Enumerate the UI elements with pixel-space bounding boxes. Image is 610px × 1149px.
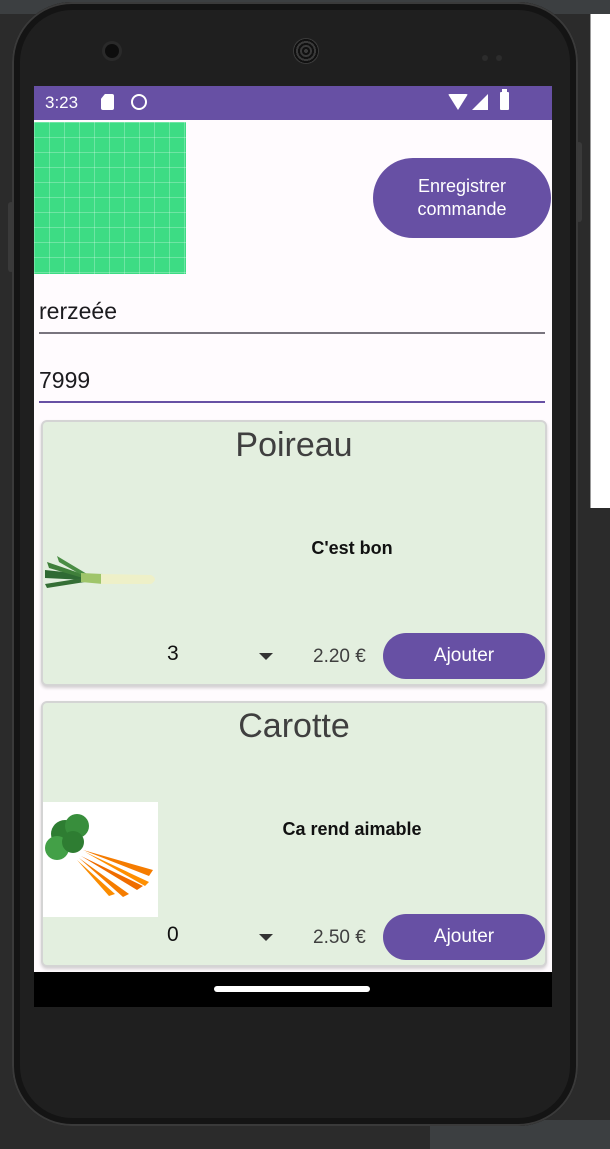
cell-signal-icon bbox=[472, 94, 488, 110]
dropdown-arrow-icon bbox=[259, 653, 273, 660]
wifi-icon bbox=[448, 94, 468, 110]
status-time: 3:23 bbox=[45, 93, 79, 112]
quantity-spinner[interactable]: 0 bbox=[167, 923, 279, 953]
earpiece-speaker bbox=[293, 38, 319, 64]
save-order-button[interactable]: Enregistrer commande bbox=[373, 158, 551, 238]
dropdown-arrow-icon bbox=[259, 934, 273, 941]
product-description: Ca rend aimable bbox=[282, 819, 422, 839]
quantity-value: 3 bbox=[167, 642, 179, 665]
phone-sensors bbox=[482, 46, 512, 61]
volume-button bbox=[8, 202, 14, 272]
product-price: 2.50 € bbox=[313, 927, 366, 948]
navigation-bar bbox=[34, 972, 552, 1007]
placeholder-image bbox=[34, 122, 186, 274]
sync-icon bbox=[131, 94, 147, 110]
ide-background bbox=[0, 0, 12, 1149]
carrot-image bbox=[43, 802, 158, 917]
front-camera bbox=[105, 44, 119, 58]
product-name: Carotte bbox=[238, 707, 350, 745]
leek-image bbox=[43, 550, 158, 665]
battery-icon bbox=[500, 89, 509, 110]
product-card: Poireau C'est bon 3 2.20 € Ajouter bbox=[41, 420, 547, 686]
name-field-value: rerzeée bbox=[39, 297, 117, 324]
product-description: C'est bon bbox=[311, 538, 393, 558]
product-card: Carotte Ca rend aimable 0 2.50 € Ajouter bbox=[41, 701, 547, 967]
ide-side-panel bbox=[590, 14, 610, 508]
quantity-spinner[interactable]: 3 bbox=[167, 642, 279, 672]
quantity-value: 0 bbox=[167, 923, 179, 946]
name-field[interactable]: rerzeée bbox=[39, 290, 545, 334]
add-button[interactable]: Ajouter bbox=[383, 914, 545, 960]
home-gesture-handle[interactable] bbox=[214, 986, 370, 992]
power-button bbox=[576, 142, 582, 222]
add-button[interactable]: Ajouter bbox=[383, 633, 545, 679]
product-name: Poireau bbox=[235, 426, 353, 464]
product-price: 2.20 € bbox=[313, 646, 366, 667]
app-screen: 3:23 Enregistrer commande rerzeée 7999 P… bbox=[34, 86, 552, 1007]
number-field-value: 7999 bbox=[39, 366, 91, 393]
status-bar: 3:23 bbox=[34, 86, 552, 120]
sd-card-icon bbox=[101, 94, 114, 110]
number-field[interactable]: 7999 bbox=[39, 359, 545, 403]
